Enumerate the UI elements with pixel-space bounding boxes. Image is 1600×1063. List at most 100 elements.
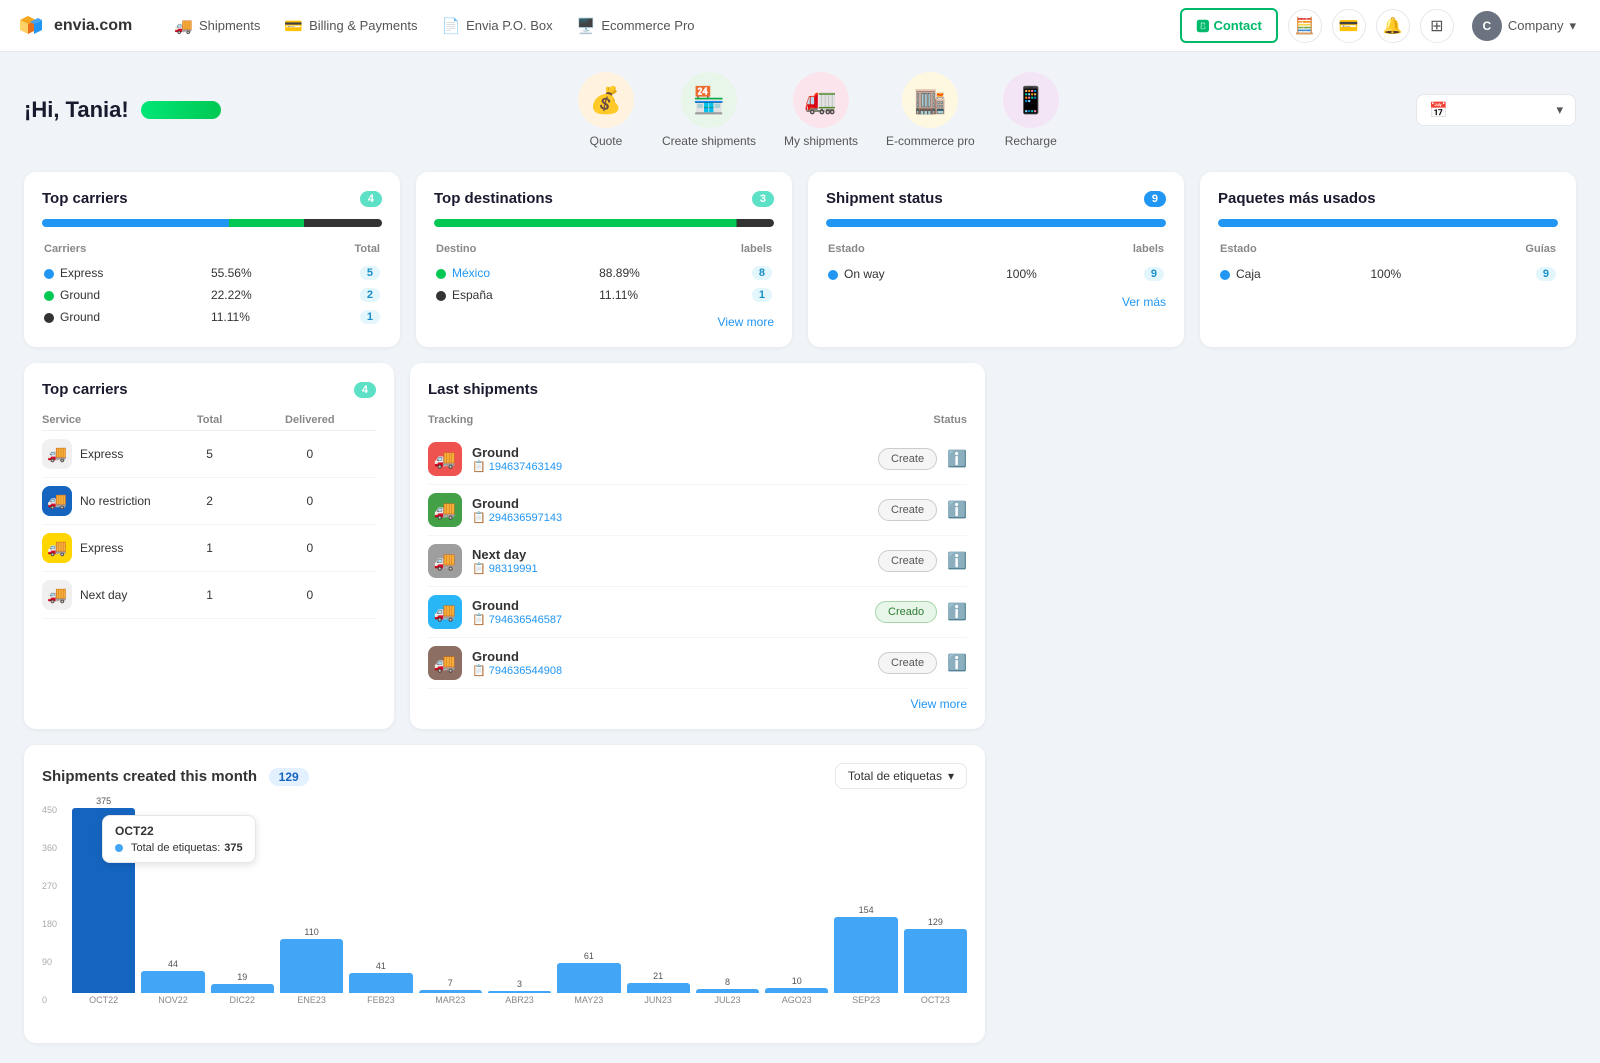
carrier-icon-1: 🚚 — [428, 442, 462, 476]
quick-action-create-shipments[interactable]: 🏪 Create shipments — [662, 72, 756, 148]
grid-button[interactable]: ⊞ — [1420, 9, 1454, 43]
calculator-button[interactable]: 🧮 — [1288, 9, 1322, 43]
status-btn-2[interactable]: Create — [878, 499, 937, 521]
notification-button[interactable]: 🔔 — [1376, 9, 1410, 43]
status-view-more[interactable]: Ver más — [826, 295, 1166, 309]
bar-label: OCT22 — [89, 995, 118, 1005]
paquetes-caja: Caja — [1236, 267, 1261, 281]
chart-dropdown[interactable]: Total de etiquetas ▾ — [835, 763, 967, 789]
carrier-icon-3: 🚚 — [428, 544, 462, 578]
bar[interactable] — [419, 990, 482, 993]
bar-value: 8 — [725, 977, 730, 987]
info-icon-3[interactable]: ℹ️ — [947, 551, 967, 571]
service-total-2: 2 — [176, 478, 244, 525]
destinations-view-more[interactable]: View more — [434, 315, 774, 329]
bar-label: FEB23 — [367, 995, 395, 1005]
ecommerce-icon: 🖥️ — [577, 17, 596, 35]
status-table: Estado labels On way 100%9 — [826, 241, 1166, 287]
destinations-progress — [434, 219, 774, 227]
chart-inner: 450 360 270 180 90 0 375OCT2244NOV2219DI… — [42, 805, 967, 1025]
bar-label: DIC22 — [230, 995, 256, 1005]
quick-action-quote[interactable]: 💰 Quote — [578, 72, 634, 148]
shipment-tracking-4: 📋 794636546587 — [472, 613, 865, 626]
service-delivered-1: 0 — [244, 431, 376, 478]
bar-group: 44NOV22 — [141, 959, 204, 1005]
chart-tooltip: OCT22 Total de etiquetas: 375 — [102, 815, 256, 863]
bar[interactable] — [627, 983, 690, 993]
status-btn-5[interactable]: Create — [878, 652, 937, 674]
bar[interactable] — [211, 984, 274, 993]
table-row: 🚚Next day 1 0 — [42, 572, 376, 619]
bar-value: 10 — [792, 976, 802, 986]
list-item: 🚚 Ground 📋 794636544908 Create ℹ️ — [428, 638, 967, 689]
dot-mexico — [436, 269, 446, 279]
bar-group: 61MAY23 — [557, 951, 620, 1005]
paquetes-progress — [1218, 219, 1558, 227]
list-item: 🚚 Next day 📋 98319991 Create ℹ️ — [428, 536, 967, 587]
status-btn-4[interactable]: Creado — [875, 601, 937, 623]
paquetes-count: 9 — [1536, 267, 1556, 281]
bar[interactable] — [280, 939, 343, 993]
bar[interactable] — [904, 929, 967, 993]
status-col-estado: Estado — [828, 243, 1004, 261]
bar[interactable] — [834, 917, 897, 993]
nav-pobox[interactable]: 📄 Envia P.O. Box — [431, 11, 562, 41]
nav-billing[interactable]: 💳 Billing & Payments — [274, 11, 427, 41]
table-row: México 88.89%8 — [436, 263, 772, 283]
contact-button[interactable]: 🅱 Contact — [1180, 8, 1277, 43]
y-axis: 450 360 270 180 90 0 — [42, 805, 57, 1005]
bar-label: MAY23 — [574, 995, 603, 1005]
carriers-col-name: Carriers — [44, 243, 209, 261]
last-shipments-header: Last shipments — [428, 381, 967, 398]
billing-icon: 💳 — [284, 17, 303, 35]
bar[interactable] — [696, 989, 759, 993]
date-picker[interactable]: 📅 ▾ — [1416, 94, 1576, 126]
shipment-info-5: Ground 📋 794636544908 — [472, 649, 868, 677]
dest-mexico-link[interactable]: México — [452, 266, 490, 280]
nav-shipments[interactable]: 🚚 Shipments — [164, 11, 270, 41]
carrier-count-3: 1 — [360, 310, 380, 324]
y-label-90: 90 — [42, 957, 57, 967]
dot-blue — [44, 269, 54, 279]
company-button[interactable]: C Company ▾ — [1464, 7, 1584, 45]
last-shipments-title: Last shipments — [428, 381, 538, 398]
carrier-name-3: Ground — [60, 310, 100, 324]
service-delivered-2: 0 — [244, 478, 376, 525]
info-icon-2[interactable]: ℹ️ — [947, 500, 967, 520]
quick-action-my-shipments[interactable]: 🚛 My shipments — [784, 72, 858, 148]
quick-action-recharge[interactable]: 📱 Recharge — [1003, 72, 1059, 148]
avatar: C — [1472, 11, 1502, 41]
info-icon-5[interactable]: ℹ️ — [947, 653, 967, 673]
bar[interactable] — [349, 973, 412, 993]
last-shipments-view-more[interactable]: View more — [428, 697, 967, 711]
nav-ecommerce[interactable]: 🖥️ Ecommerce Pro — [567, 11, 705, 41]
truck-icon: 🚚 — [174, 17, 193, 35]
status-btn-1[interactable]: Create — [878, 448, 937, 470]
info-icon-4[interactable]: ℹ️ — [947, 602, 967, 622]
bar[interactable] — [141, 971, 204, 993]
chart-dropdown-value: Total de etiquetas — [848, 769, 942, 783]
bar-label: ENE23 — [297, 995, 326, 1005]
y-label-0: 0 — [42, 995, 57, 1005]
bar[interactable] — [765, 988, 828, 993]
shipment-status-card: Shipment status 9 Estado labels On way 1… — [808, 172, 1184, 347]
last-shipments-col-headers: Tracking Status — [428, 410, 967, 430]
bar-group: 129OCT23 — [904, 917, 967, 1005]
bar-value: 110 — [304, 927, 318, 937]
chart-title-group: Shipments created this month 129 — [42, 768, 309, 785]
wallet-button[interactable]: 💳 — [1332, 9, 1366, 43]
bar-group: 10AGO23 — [765, 976, 828, 1005]
y-label-360: 360 — [42, 843, 57, 853]
chart-badge: 129 — [269, 768, 309, 786]
bar[interactable] — [557, 963, 620, 993]
top-cards-row: Top carriers 4 Carriers Total Express — [24, 172, 1576, 347]
progress-blue — [42, 219, 229, 227]
status-btn-3[interactable]: Create — [878, 550, 937, 572]
top-destinations-title: Top destinations — [434, 190, 553, 207]
quick-action-ecommerce-pro[interactable]: 🏬 E-commerce pro — [886, 72, 975, 148]
table-row: 🚚Express 1 0 — [42, 525, 376, 572]
dest-col-labels: labels — [599, 243, 772, 261]
logo[interactable]: envia.com — [16, 10, 132, 42]
bar[interactable] — [488, 991, 551, 993]
info-icon-1[interactable]: ℹ️ — [947, 449, 967, 469]
